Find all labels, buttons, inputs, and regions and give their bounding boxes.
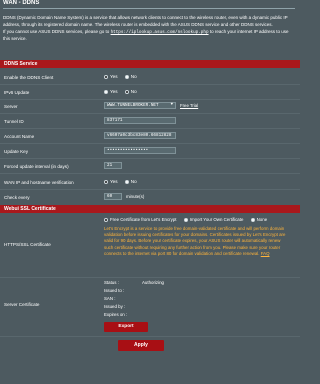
cert-san-row: SAN :	[104, 296, 116, 301]
forced-interval-label: Forced update interval (in days)	[4, 164, 69, 169]
enable-ddns-radio-group: Yes No	[104, 74, 143, 79]
row-divider	[0, 113, 300, 114]
ipv6-update-label: IPv6 Update	[4, 90, 30, 95]
ipv6-update-radio-group: Yes No	[104, 89, 143, 94]
row-divider	[0, 143, 300, 144]
row-divider	[0, 336, 300, 337]
wan-ip-verification-no-radio[interactable]	[124, 179, 129, 184]
cert-issued-to-row: Issued to :	[104, 288, 125, 293]
wan-ip-verification-yes-radio[interactable]	[104, 179, 108, 184]
row-divider	[0, 173, 300, 174]
row-divider	[0, 128, 300, 129]
wan-ip-verification-label: WAN IP and hostname verification	[4, 180, 74, 185]
ssl-option-letsencrypt-radio[interactable]	[104, 217, 108, 222]
server-certificate-label: Server Certificate	[4, 302, 40, 307]
description-prefix: If you cannot use ASUS DDNS services, pl…	[3, 28, 111, 34]
title-divider	[3, 8, 295, 9]
update-key-input[interactable]: ••••••••••••••••	[104, 147, 176, 154]
ipv6-update-yes-label: Yes	[110, 89, 118, 95]
update-key-label: Update Key	[4, 149, 29, 154]
ssl-option-none-radio[interactable]	[250, 217, 255, 222]
check-every-label: Check every	[4, 195, 30, 200]
ssl-option-import-label: Import Your Own Certificate	[189, 217, 244, 223]
free-trial-link[interactable]: Free Trial	[180, 103, 198, 108]
chevron-down-icon: ▼	[170, 103, 173, 107]
ddns-page: WAN - DDNS DDNS (Dynamic Domain Name Sys…	[0, 0, 300, 384]
cert-status-row: Status : Authorizing	[104, 279, 164, 287]
cert-issued-by-row: Issued by :	[104, 304, 126, 309]
faq-link[interactable]: FAQ	[261, 251, 270, 256]
ssl-option-none-label: None	[256, 217, 268, 223]
wan-ip-verification-yes-label: Yes	[110, 179, 118, 185]
ssl-section-heading: Webui SSL Certificate	[0, 205, 300, 213]
ipv6-update-yes-radio[interactable]	[104, 89, 108, 94]
account-name-input[interactable]: v6607a0c3bc83e80.66812828	[104, 132, 176, 139]
ssl-option-radio-group: Free Certificate from Let's Encrypt Impo…	[104, 217, 273, 222]
tunnel-id-input[interactable]: 837171	[104, 117, 176, 124]
enable-ddns-yes-radio[interactable]	[104, 74, 108, 79]
apply-button[interactable]: Apply	[118, 340, 164, 351]
row-divider	[0, 158, 300, 159]
iplookup-link[interactable]: https://iplookup.asus.com/nslookup.php	[111, 30, 209, 35]
row-divider	[0, 189, 300, 190]
cert-status-value: Authorizing	[142, 280, 164, 285]
letsencrypt-description: Let's Encrypt is a service to provide fr…	[104, 226, 290, 257]
ipv6-update-no-label: No	[130, 89, 137, 95]
ssl-option-letsencrypt-label: Free Certificate from Let's Encrypt	[110, 217, 177, 223]
enable-ddns-no-label: No	[130, 74, 137, 80]
https-ssl-cert-label: HTTPS/SSL Certificate	[4, 242, 51, 247]
ddns-section-heading: DDNS Service	[0, 60, 300, 68]
description-paragraph-2: If you cannot use ASUS DDNS services, pl…	[3, 29, 295, 44]
letsencrypt-text: Let's Encrypt is a service to provide fr…	[104, 226, 286, 256]
check-every-unit: minute(s)	[126, 194, 145, 199]
certificate-status-grid: Status : Authorizing Issued to : SAN : Is…	[104, 279, 164, 319]
row-divider	[0, 84, 300, 85]
row-divider	[0, 277, 300, 278]
account-name-label: Account Name	[4, 134, 35, 139]
server-label: Server	[4, 104, 18, 109]
server-select-value: WWW.TUNNELBROKER.NET	[107, 103, 159, 108]
export-button[interactable]: Export	[104, 322, 148, 332]
enable-ddns-no-radio[interactable]	[124, 74, 129, 79]
forced-interval-input[interactable]: 21	[104, 162, 122, 169]
server-select[interactable]: WWW.TUNNELBROKER.NET ▼	[104, 102, 176, 109]
cert-status-key: Status :	[104, 280, 119, 285]
wan-ip-verification-no-label: No	[130, 179, 137, 185]
row-divider	[0, 99, 300, 100]
page-title: WAN - DDNS	[3, 0, 40, 6]
ssl-option-import-radio[interactable]	[183, 217, 188, 222]
ipv6-update-no-radio[interactable]	[124, 89, 129, 94]
cert-expires-on-row: Expires on :	[104, 312, 128, 317]
enable-ddns-yes-label: Yes	[110, 74, 118, 80]
check-every-input[interactable]: 60	[104, 193, 122, 200]
wan-ip-verification-radio-group: Yes No	[104, 179, 143, 184]
tunnel-id-label: Tunnel ID	[4, 119, 24, 124]
enable-ddns-label: Enable the DDNS Client	[4, 75, 54, 80]
page-description: DDNS (Dynamic Domain Name System) is a s…	[3, 15, 295, 43]
description-paragraph-1: DDNS (Dynamic Domain Name System) is a s…	[3, 15, 288, 27]
